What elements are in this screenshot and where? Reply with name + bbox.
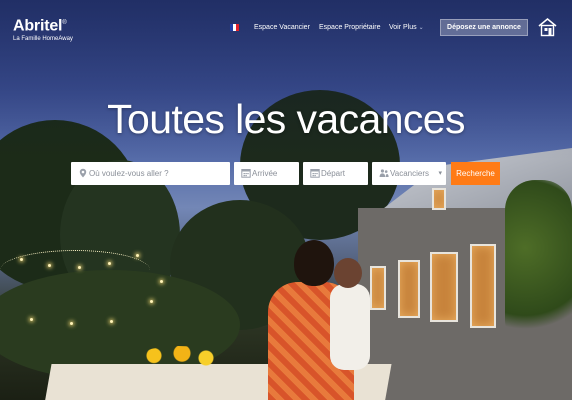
- search-button[interactable]: Recherche: [451, 162, 500, 185]
- people-icon: [379, 169, 389, 177]
- chevron-down-icon: ⌄: [418, 25, 424, 31]
- travelers-select[interactable]: Vacanciers ▾: [372, 162, 446, 185]
- logo-wordmark: Abritel®: [13, 17, 67, 35]
- arrival-date-field[interactable]: Arrivée: [234, 162, 299, 185]
- post-listing-button[interactable]: Déposez une annonce: [440, 19, 528, 36]
- nav-voir-plus[interactable]: Voir Plus ⌄: [389, 24, 424, 32]
- calendar-icon: [310, 169, 320, 178]
- location-pin-icon: [79, 168, 87, 178]
- nav-voir-plus-label: Voir Plus: [389, 24, 417, 31]
- chevron-down-icon: ▾: [438, 170, 442, 177]
- language-flag-icon[interactable]: [230, 24, 239, 31]
- house-icon[interactable]: [537, 17, 558, 37]
- logo-tagline: La Famille HomeAway: [13, 36, 73, 43]
- hero-title: Toutes les vacances: [107, 96, 465, 142]
- hero-background-photo: [0, 0, 572, 400]
- destination-field[interactable]: [71, 162, 230, 185]
- travelers-label: Vacanciers: [390, 169, 429, 178]
- nav-espace-proprietaire[interactable]: Espace Propriétaire: [319, 24, 380, 32]
- destination-input[interactable]: [89, 162, 228, 185]
- site-header: Abritel® La Famille HomeAway Espace Vaca…: [0, 0, 572, 56]
- calendar-icon: [241, 169, 251, 178]
- abritel-logo[interactable]: Abritel® La Famille HomeAway: [13, 15, 73, 44]
- arrival-label: Arrivée: [252, 169, 278, 178]
- nav-espace-vacancier[interactable]: Espace Vacancier: [254, 24, 310, 32]
- departure-label: Départ: [321, 169, 346, 178]
- departure-date-field[interactable]: Départ: [303, 162, 368, 185]
